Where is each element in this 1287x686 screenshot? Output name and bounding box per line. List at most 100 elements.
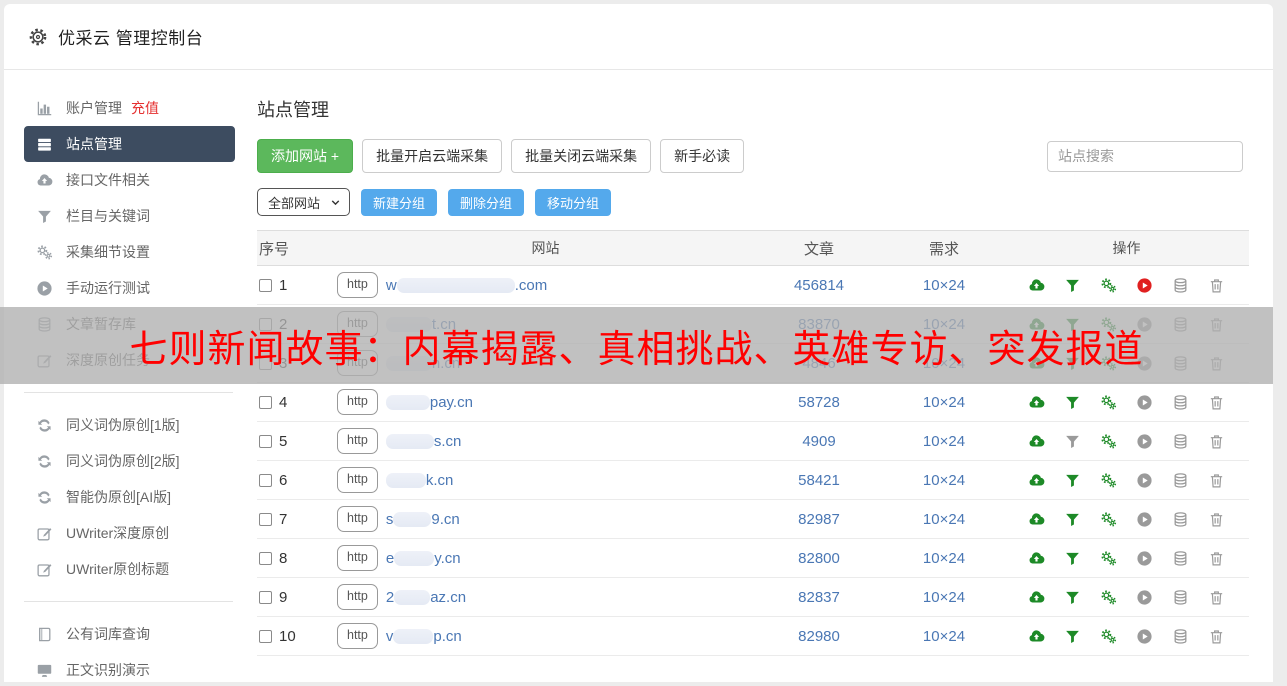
demand-value[interactable]: 10×24	[884, 589, 1004, 606]
add-site-button[interactable]: 添加网站 +	[257, 139, 353, 173]
delete-icon[interactable]	[1208, 511, 1225, 528]
newbie-guide-button[interactable]: 新手必读	[660, 139, 744, 173]
storage-icon[interactable]	[1172, 589, 1189, 606]
group-filter-select[interactable]: 全部网站	[257, 188, 350, 216]
cloud-collect-icon[interactable]	[1028, 550, 1045, 567]
site-search-input[interactable]	[1047, 141, 1243, 172]
article-count[interactable]: 82800	[754, 550, 884, 567]
sidebar-item-栏目与关键词[interactable]: 栏目与关键词	[24, 198, 235, 234]
run-icon[interactable]	[1136, 277, 1153, 294]
batch-open-collect-button[interactable]: 批量开启云端采集	[362, 139, 502, 173]
filter-rules-icon[interactable]	[1064, 589, 1081, 606]
row-checkbox[interactable]	[259, 513, 272, 526]
run-icon[interactable]	[1136, 394, 1153, 411]
article-count[interactable]: 456814	[754, 277, 884, 294]
protocol-badge[interactable]: http	[337, 467, 378, 493]
protocol-badge[interactable]: http	[337, 389, 378, 415]
move-group-button[interactable]: 移动分组	[535, 189, 611, 216]
sidebar-item-智能伪原创[AI版][interactable]: 智能伪原创[AI版]	[24, 479, 235, 515]
cloud-collect-icon[interactable]	[1028, 433, 1045, 450]
site-domain-link[interactable]: w.com	[386, 277, 547, 294]
storage-icon[interactable]	[1172, 511, 1189, 528]
article-count[interactable]: 58421	[754, 472, 884, 489]
sidebar-item-同义词伪原创[1版][interactable]: 同义词伪原创[1版]	[24, 407, 235, 443]
storage-icon[interactable]	[1172, 394, 1189, 411]
demand-value[interactable]: 10×24	[884, 628, 1004, 645]
filter-rules-icon[interactable]	[1064, 394, 1081, 411]
filter-rules-icon[interactable]	[1064, 628, 1081, 645]
cloud-collect-icon[interactable]	[1028, 394, 1045, 411]
article-count[interactable]: 82980	[754, 628, 884, 645]
sidebar-item-正文识别演示[interactable]: 正文识别演示	[24, 652, 235, 682]
article-count[interactable]: 82987	[754, 511, 884, 528]
settings-icon[interactable]	[1100, 550, 1117, 567]
sidebar-item-同义词伪原创[2版][interactable]: 同义词伪原创[2版]	[24, 443, 235, 479]
storage-icon[interactable]	[1172, 277, 1189, 294]
row-checkbox[interactable]	[259, 279, 272, 292]
sidebar-item-UWriter深度原创[interactable]: UWriter深度原创	[24, 515, 235, 551]
delete-icon[interactable]	[1208, 550, 1225, 567]
demand-value[interactable]: 10×24	[884, 511, 1004, 528]
new-group-button[interactable]: 新建分组	[361, 189, 437, 216]
site-domain-link[interactable]: ey.cn	[386, 550, 461, 567]
filter-rules-icon[interactable]	[1064, 550, 1081, 567]
article-count[interactable]: 82837	[754, 589, 884, 606]
delete-icon[interactable]	[1208, 433, 1225, 450]
run-icon[interactable]	[1136, 433, 1153, 450]
sidebar-item-站点管理[interactable]: 站点管理	[24, 126, 235, 162]
sidebar-item-接口文件相关[interactable]: 接口文件相关	[24, 162, 235, 198]
row-checkbox[interactable]	[259, 591, 272, 604]
site-domain-link[interactable]: 2az.cn	[386, 589, 466, 606]
article-count[interactable]: 58728	[754, 394, 884, 411]
cloud-collect-icon[interactable]	[1028, 589, 1045, 606]
run-icon[interactable]	[1136, 550, 1153, 567]
row-checkbox[interactable]	[259, 474, 272, 487]
cloud-collect-icon[interactable]	[1028, 511, 1045, 528]
demand-value[interactable]: 10×24	[884, 277, 1004, 294]
settings-icon[interactable]	[1100, 472, 1117, 489]
settings-icon[interactable]	[1100, 628, 1117, 645]
sidebar-item-UWriter原创标题[interactable]: UWriter原创标题	[24, 551, 235, 587]
protocol-badge[interactable]: http	[337, 272, 378, 298]
sidebar-item-采集细节设置[interactable]: 采集细节设置	[24, 234, 235, 270]
demand-value[interactable]: 10×24	[884, 550, 1004, 567]
site-domain-link[interactable]: vp.cn	[386, 628, 462, 645]
protocol-badge[interactable]: http	[337, 506, 378, 532]
delete-group-button[interactable]: 删除分组	[448, 189, 524, 216]
protocol-badge[interactable]: http	[337, 584, 378, 610]
settings-icon[interactable]	[1100, 433, 1117, 450]
run-icon[interactable]	[1136, 511, 1153, 528]
run-icon[interactable]	[1136, 628, 1153, 645]
sidebar-item-手动运行测试[interactable]: 手动运行测试	[24, 270, 235, 306]
storage-icon[interactable]	[1172, 433, 1189, 450]
site-domain-link[interactable]: k.cn	[386, 472, 454, 489]
row-checkbox[interactable]	[259, 396, 272, 409]
storage-icon[interactable]	[1172, 550, 1189, 567]
row-checkbox[interactable]	[259, 435, 272, 448]
delete-icon[interactable]	[1208, 589, 1225, 606]
protocol-badge[interactable]: http	[337, 623, 378, 649]
delete-icon[interactable]	[1208, 472, 1225, 489]
row-checkbox[interactable]	[259, 630, 272, 643]
delete-icon[interactable]	[1208, 394, 1225, 411]
batch-close-collect-button[interactable]: 批量关闭云端采集	[511, 139, 651, 173]
run-icon[interactable]	[1136, 589, 1153, 606]
sidebar-item-公有词库查询[interactable]: 公有词库查询	[24, 616, 235, 652]
row-checkbox[interactable]	[259, 552, 272, 565]
protocol-badge[interactable]: http	[337, 428, 378, 454]
cloud-collect-icon[interactable]	[1028, 472, 1045, 489]
delete-icon[interactable]	[1208, 277, 1225, 294]
site-domain-link[interactable]: s.cn	[386, 433, 462, 450]
demand-value[interactable]: 10×24	[884, 394, 1004, 411]
sidebar-item-账户管理[interactable]: 账户管理充值	[24, 90, 235, 126]
article-count[interactable]: 4909	[754, 433, 884, 450]
filter-rules-icon[interactable]	[1064, 277, 1081, 294]
site-domain-link[interactable]: s9.cn	[386, 511, 460, 528]
cloud-collect-icon[interactable]	[1028, 628, 1045, 645]
demand-value[interactable]: 10×24	[884, 433, 1004, 450]
recharge-link[interactable]: 充值	[131, 98, 159, 118]
filter-rules-icon[interactable]	[1064, 472, 1081, 489]
delete-icon[interactable]	[1208, 628, 1225, 645]
storage-icon[interactable]	[1172, 472, 1189, 489]
filter-rules-icon[interactable]	[1064, 511, 1081, 528]
